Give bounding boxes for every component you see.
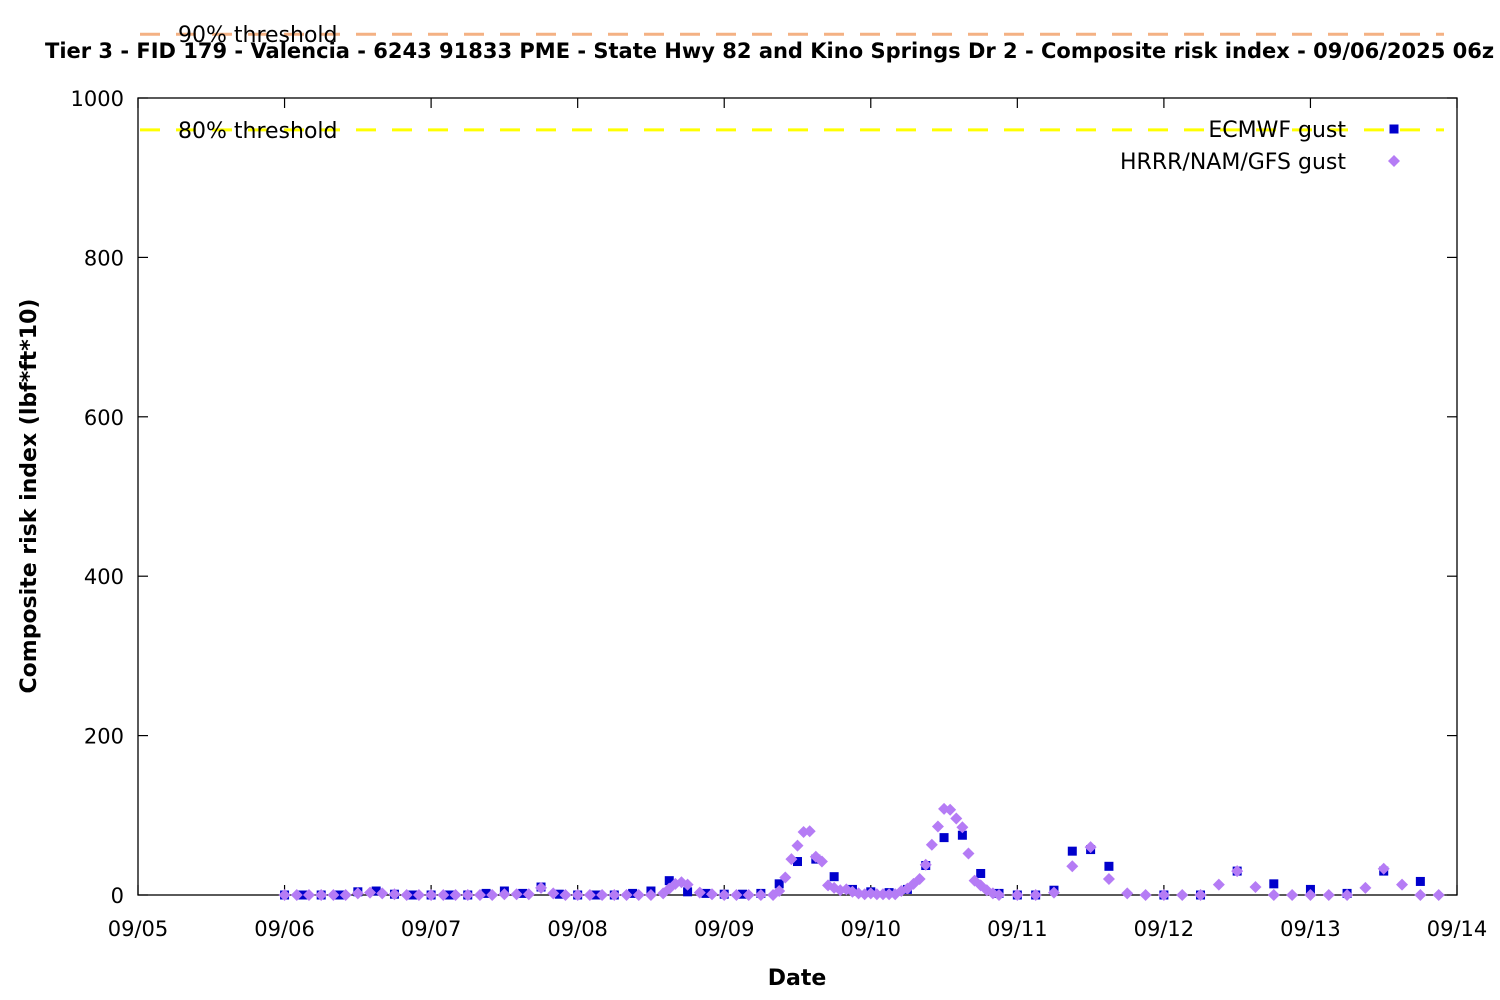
hrrr-point	[950, 812, 963, 825]
legend-swatch-square	[1389, 124, 1399, 134]
legend-label: ECMWF gust	[1208, 118, 1346, 143]
hrrr-point	[1176, 889, 1189, 901]
hrrr-point	[1066, 860, 1079, 873]
threshold-label: 80% threshold	[178, 119, 338, 144]
ecmwf-point	[1269, 879, 1279, 889]
hrrr-point	[1414, 889, 1427, 901]
hrrr-point	[1212, 878, 1225, 891]
y-tick-label: 0	[111, 884, 124, 908]
hrrr-point	[931, 820, 944, 833]
ecmwf-point	[1415, 876, 1425, 886]
hrrr-point	[962, 847, 975, 860]
x-tick-label: 09/08	[547, 917, 608, 941]
y-tick-label: 400	[84, 565, 124, 589]
hrrr-point	[1286, 889, 1299, 901]
hrrr-point	[1396, 878, 1409, 891]
hrrr-point	[1139, 889, 1152, 901]
ecmwf-point	[976, 868, 986, 878]
y-tick-label: 200	[84, 725, 124, 749]
hrrr-point	[925, 838, 938, 851]
plot-frame	[137, 97, 1458, 896]
hrrr-point	[1249, 881, 1262, 894]
legend-swatch-diamond	[1388, 155, 1400, 167]
axis-ticks: 09/05 09/06 09/07 09/08 09/09 09/10 09/11 09/12…	[71, 87, 1488, 941]
legend-label: HRRR/NAM/GFS gust	[1120, 150, 1346, 175]
y-tick-label: 800	[84, 246, 124, 270]
x-tick-label: 09/09	[694, 917, 755, 941]
hrrr-point	[1432, 889, 1445, 901]
hrrr-point	[1359, 881, 1372, 894]
x-tick-label: 09/07	[401, 917, 462, 941]
hrrr-point	[1322, 889, 1335, 901]
chart: 90% threshold80% threshold Tier 3 - FID …	[17, 23, 1500, 991]
x-tick-label: 09/12	[1134, 917, 1195, 941]
hrrr-point	[1102, 873, 1115, 886]
chart-title: Tier 3 - FID 179 - Valencia - 6243 91833…	[45, 39, 1500, 63]
y-tick-label: 600	[84, 406, 124, 430]
x-tick-label: 09/14	[1427, 917, 1488, 941]
x-tick-label: 09/05	[108, 917, 169, 941]
y-axis-label: Composite risk index (lbf*ft*10)	[17, 299, 42, 694]
hrrr-point	[791, 839, 804, 852]
ecmwf-point	[829, 872, 839, 882]
x-axis-label: Date	[768, 966, 827, 991]
x-tick-label: 09/11	[987, 917, 1048, 941]
hrrr-point	[1121, 887, 1134, 900]
ecmwf-point	[939, 833, 949, 843]
series-layer	[278, 802, 1445, 901]
x-tick-label: 09/06	[254, 917, 315, 941]
hrrr-point	[1267, 889, 1280, 901]
y-tick-label: 1000	[71, 87, 124, 111]
legend: ECMWF gust HRRR/NAM/GFS gust	[1120, 118, 1400, 175]
ecmwf-point	[1067, 846, 1077, 856]
x-tick-label: 09/10	[841, 917, 902, 941]
x-tick-label: 09/13	[1280, 917, 1341, 941]
ecmwf-point	[1104, 861, 1114, 871]
